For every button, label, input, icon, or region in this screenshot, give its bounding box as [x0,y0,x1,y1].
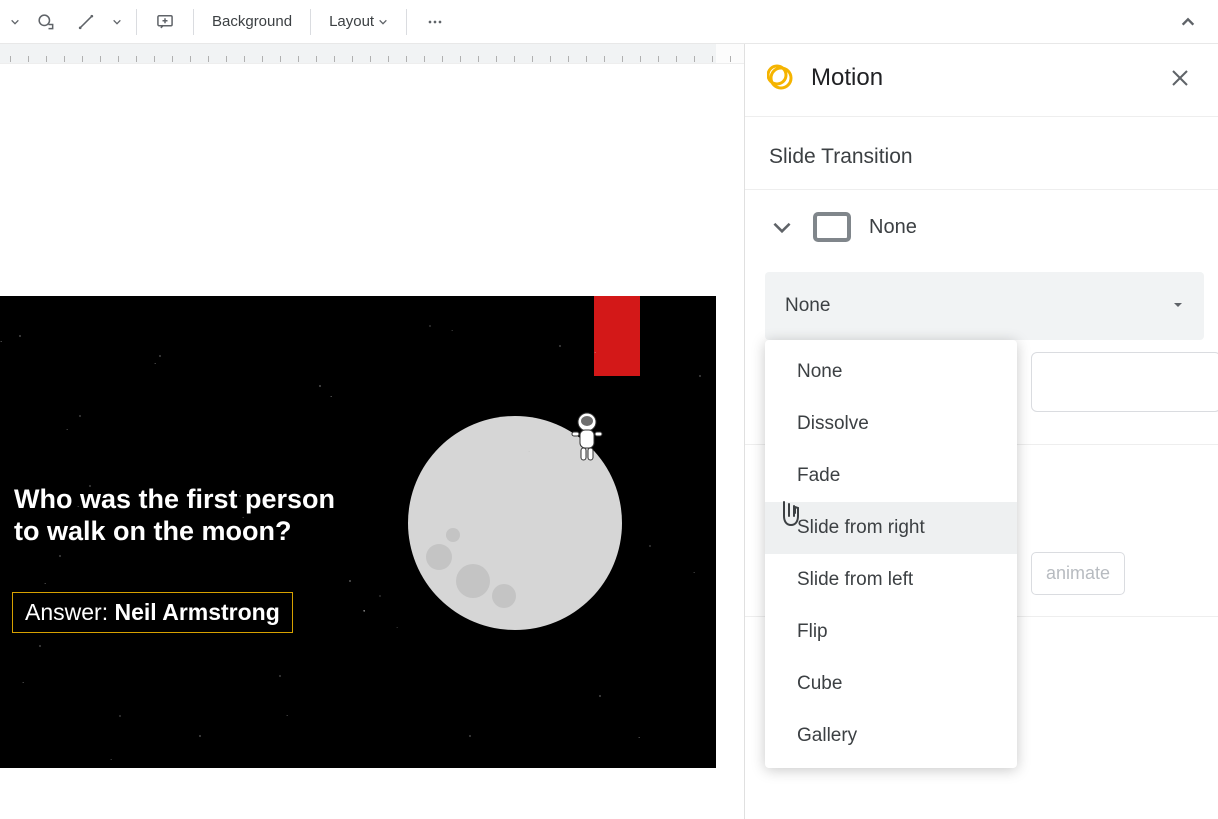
toolbar-separator [193,9,194,35]
transition-option[interactable]: Dissolve [765,398,1017,450]
layout-button[interactable]: Layout [321,6,396,38]
transition-extra-box [1031,352,1218,412]
comment-button[interactable] [147,6,183,38]
motion-panel-header: Motion [745,44,1218,117]
slide-answer-box[interactable]: Answer: Neil Armstrong [12,592,293,633]
transition-select-value: None [785,295,830,317]
transition-dropdown-menu: NoneDissolveFadeSlide from rightSlide fr… [765,340,1017,768]
previous-tool-dropdown[interactable] [6,10,24,34]
canvas-area[interactable]: Who was the first person to walk on the … [0,44,744,819]
close-panel-button[interactable] [1166,64,1194,92]
layout-label: Layout [329,13,374,30]
slide-thumb-icon [813,212,851,242]
slide-transition-heading: Slide Transition [769,145,1194,169]
answer-value: Neil Armstrong [114,599,279,625]
toolbar: Background Layout [0,0,1218,44]
red-rectangle-shape[interactable] [594,296,640,376]
transition-option[interactable]: Flip [765,606,1017,658]
more-tools-button[interactable] [417,6,453,38]
motion-panel-title: Motion [811,64,883,92]
line-tool[interactable] [68,6,104,38]
slide-transition-section: Slide Transition [745,117,1218,190]
shape-tool[interactable] [28,6,64,38]
chevron-down-icon [769,214,795,240]
moon-shape[interactable] [408,416,622,630]
line-tool-dropdown[interactable] [108,10,126,34]
transition-select[interactable]: None [765,272,1204,340]
motion-icon [767,64,795,92]
transition-option[interactable]: None [765,346,1017,398]
transition-option[interactable]: Gallery [765,710,1017,762]
toolbar-separator [310,9,311,35]
transition-option[interactable]: Fade [765,450,1017,502]
horizontal-ruler [0,44,744,64]
motion-panel: Motion Slide Transition None None [744,44,1218,819]
transition-option[interactable]: Slide from right [765,502,1017,554]
answer-label: Answer: [25,599,108,625]
toolbar-separator [406,9,407,35]
caret-down-icon [1172,295,1184,317]
slide-question-text[interactable]: Who was the first person to walk on the … [14,484,354,548]
transition-option[interactable]: Cube [765,658,1017,710]
toolbar-separator [136,9,137,35]
background-button[interactable]: Background [204,6,300,38]
animate-button[interactable]: animate [1031,552,1125,595]
astronaut-shape[interactable] [570,412,604,464]
collapse-toolbar-button[interactable] [1172,6,1204,38]
current-transition-label: None [869,216,917,239]
slide-preview[interactable]: Who was the first person to walk on the … [0,296,716,768]
transition-option[interactable]: Slide from left [765,554,1017,606]
current-transition-row[interactable]: None [745,190,1218,272]
